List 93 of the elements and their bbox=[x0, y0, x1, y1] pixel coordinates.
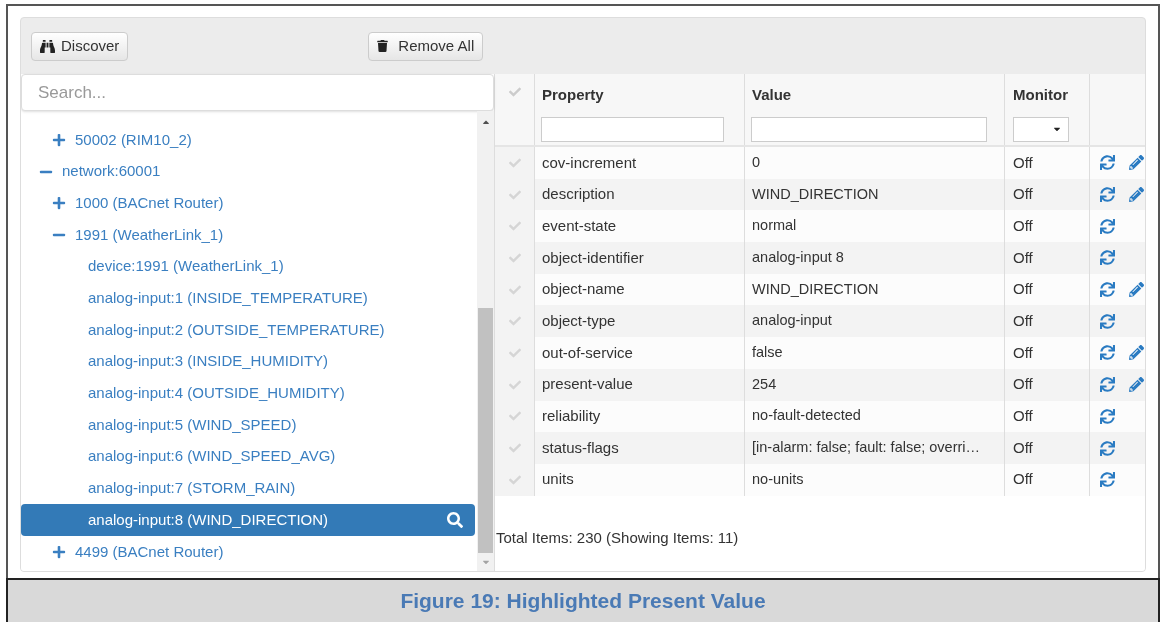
table-cell-text: Off bbox=[1013, 469, 1033, 490]
check-icon[interactable] bbox=[508, 251, 521, 264]
table-cell-text: present-value bbox=[542, 374, 633, 395]
check-icon[interactable] bbox=[508, 410, 521, 423]
tree-item[interactable]: analog-input:4 (OUTSIDE_HUMIDITY) bbox=[21, 377, 475, 410]
table-cell-text: event-state bbox=[542, 215, 617, 236]
tree-item[interactable]: analog-input:6 (WIND_SPEED_AVG) bbox=[21, 440, 475, 473]
refresh-icon[interactable] bbox=[1100, 377, 1115, 393]
binoculars-icon bbox=[40, 38, 55, 54]
table-cell-text: Off bbox=[1013, 437, 1033, 458]
tree-item[interactable]: device:1991 (WeatherLink_1) bbox=[21, 250, 475, 283]
table-cell-text: 0 bbox=[752, 152, 761, 172]
table-cell-text: WIND_DIRECTION bbox=[752, 184, 879, 204]
check-icon[interactable] bbox=[508, 188, 521, 201]
refresh-icon[interactable] bbox=[1100, 313, 1115, 329]
refresh-icon[interactable] bbox=[1100, 187, 1115, 203]
check-icon[interactable] bbox=[508, 315, 521, 328]
table-cell-text: cov-increment bbox=[542, 152, 637, 173]
scrollbar[interactable] bbox=[477, 111, 494, 571]
table-cell-text: analog-input bbox=[752, 311, 832, 331]
check-icon[interactable] bbox=[508, 346, 521, 359]
plus-icon[interactable] bbox=[52, 196, 66, 211]
check-icon[interactable] bbox=[508, 86, 521, 98]
table-cell-text: Off bbox=[1013, 152, 1033, 173]
table-cell-text: Off bbox=[1013, 311, 1033, 332]
pencil-icon[interactable] bbox=[1129, 187, 1144, 203]
tree-item[interactable]: analog-input:8 (WIND_DIRECTION) bbox=[21, 504, 475, 536]
table-cell-text: Off bbox=[1013, 279, 1033, 300]
pencil-icon[interactable] bbox=[1129, 345, 1144, 361]
check-icon[interactable] bbox=[508, 442, 521, 455]
table-cell-text: Off bbox=[1013, 374, 1033, 395]
refresh-icon[interactable] bbox=[1100, 472, 1115, 488]
trash-icon bbox=[377, 40, 389, 52]
column-header: Property bbox=[541, 85, 605, 105]
tree-item[interactable]: analog-input:2 (OUTSIDE_TEMPERATURE) bbox=[21, 314, 475, 346]
check-icon[interactable] bbox=[508, 156, 521, 169]
table-cell-text: object-type bbox=[542, 311, 616, 332]
pencil-icon[interactable] bbox=[1129, 155, 1144, 171]
search-field[interactable]: Search... bbox=[21, 74, 494, 111]
plus-icon[interactable] bbox=[52, 544, 66, 559]
refresh-icon[interactable] bbox=[1100, 282, 1115, 298]
column-header: Value bbox=[751, 85, 793, 105]
table-cell-text: Off bbox=[1013, 247, 1033, 268]
check-icon[interactable] bbox=[508, 283, 521, 296]
tree-item[interactable]: analog-input:5 (WIND_SPEED) bbox=[21, 409, 475, 441]
refresh-icon[interactable] bbox=[1100, 408, 1115, 424]
refresh-icon[interactable] bbox=[1100, 345, 1115, 361]
table-cell-text: no-units bbox=[752, 469, 804, 489]
tree-item[interactable]: analog-input:3 (INSIDE_HUMIDITY) bbox=[21, 345, 475, 378]
discover-button[interactable]: Discover bbox=[31, 31, 129, 61]
plus-icon[interactable] bbox=[52, 132, 66, 147]
table-cell-text: reliability bbox=[542, 406, 601, 427]
check-icon[interactable] bbox=[508, 378, 521, 391]
table-cell-text: analog-input 8 bbox=[752, 248, 844, 268]
table-cell-text: status-flags bbox=[542, 437, 619, 458]
table-cell-text: no-fault-detected bbox=[752, 406, 861, 426]
remove-all-button[interactable]: Remove All bbox=[368, 31, 484, 61]
tree-item[interactable]: analog-input:1 (INSIDE_TEMPERATURE) bbox=[21, 282, 475, 315]
table-cell-text: description bbox=[542, 184, 615, 205]
total-items-text: Total Items: 230 (Showing Items: 11) bbox=[496, 528, 739, 549]
figure-caption: Figure 19: Highlighted Present Value bbox=[400, 588, 766, 615]
tree-item[interactable]: 1991 (WeatherLink_1) bbox=[21, 219, 475, 251]
refresh-icon[interactable] bbox=[1100, 155, 1115, 171]
table-cell-text: object-identifier bbox=[542, 247, 644, 268]
filter-field[interactable] bbox=[751, 116, 987, 142]
refresh-icon[interactable] bbox=[1100, 250, 1115, 266]
table-cell-text: object-name bbox=[542, 279, 625, 300]
table-cell-text: WIND_DIRECTION bbox=[752, 279, 879, 299]
table-cell-text: Off bbox=[1013, 215, 1033, 236]
search-icon[interactable] bbox=[447, 512, 463, 529]
column-header: Monitor bbox=[1013, 85, 1069, 105]
tree-item[interactable]: 4499 (BACnet Router) bbox=[21, 535, 475, 568]
table-cell-text: out-of-service bbox=[542, 342, 633, 363]
table-cell-text: [in-alarm: false; fault: false; overri… bbox=[752, 438, 981, 458]
pencil-icon[interactable] bbox=[1129, 282, 1144, 298]
refresh-icon[interactable] bbox=[1100, 218, 1115, 234]
table-cell-text: Off bbox=[1013, 184, 1033, 205]
refresh-icon[interactable] bbox=[1100, 440, 1115, 456]
check-icon[interactable] bbox=[508, 220, 521, 233]
pencil-icon[interactable] bbox=[1129, 377, 1144, 393]
tree-item[interactable]: network:60001 bbox=[21, 155, 475, 188]
tree-item[interactable]: 1000 (BACnet Router) bbox=[21, 187, 475, 220]
tree-item[interactable]: 50002 (RIM10_2) bbox=[21, 124, 475, 156]
table-cell-text: units bbox=[542, 469, 574, 490]
table-cell-text: 254 bbox=[752, 374, 777, 394]
tree-item[interactable]: analog-input:7 (STORM_RAIN) bbox=[21, 472, 475, 505]
check-icon[interactable] bbox=[508, 473, 521, 486]
table-cell-text: normal bbox=[752, 216, 797, 236]
filter-field[interactable] bbox=[541, 116, 724, 142]
table-cell-text: Off bbox=[1013, 406, 1033, 427]
scrollbar-thumb[interactable] bbox=[478, 308, 493, 553]
table-cell-text: Off bbox=[1013, 342, 1033, 363]
table-cell-text: false bbox=[752, 343, 783, 363]
